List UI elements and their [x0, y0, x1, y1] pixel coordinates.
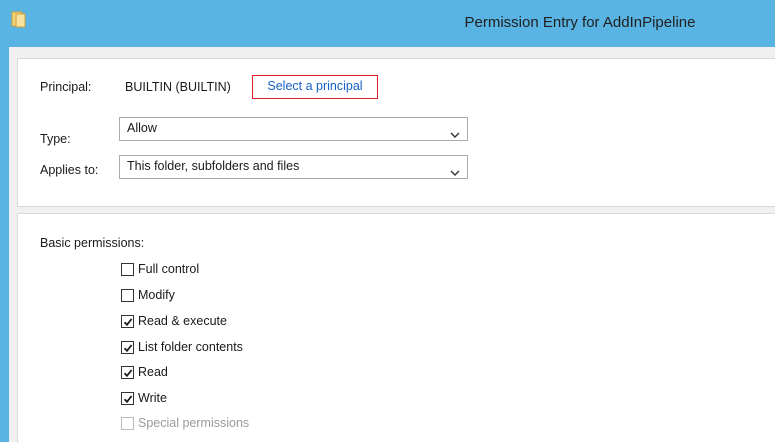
permission-label: Full control — [138, 262, 200, 276]
permission-label: Read & execute — [138, 314, 227, 328]
permission-label: Read — [138, 365, 168, 379]
basic-permissions-label: Basic permissions: — [40, 236, 145, 250]
checkmark-icon — [123, 318, 133, 327]
permission-label: Special permissions — [138, 416, 250, 430]
checkbox — [121, 417, 134, 430]
type-dropdown[interactable]: Allow — [119, 117, 468, 141]
principal-value: BUILTIN (BUILTIN) — [125, 80, 231, 94]
checkbox[interactable] — [121, 392, 134, 405]
checkmark-icon — [123, 344, 133, 353]
checkmark-icon — [123, 369, 133, 378]
checkbox[interactable] — [121, 315, 134, 328]
applies-to-dropdown-value: This folder, subfolders and files — [127, 159, 300, 173]
principal-label: Principal: — [40, 80, 92, 94]
permission-label: Modify — [138, 288, 175, 302]
checkbox[interactable] — [121, 341, 134, 354]
type-label: Type: — [40, 132, 71, 146]
type-dropdown-value: Allow — [127, 121, 157, 135]
checkmark-icon — [123, 395, 133, 404]
applies-to-dropdown[interactable]: This folder, subfolders and files — [119, 155, 468, 179]
checkbox[interactable] — [121, 289, 134, 302]
folder-icon — [11, 10, 27, 28]
chevron-down-icon — [450, 125, 460, 138]
applies-to-label: Applies to: — [40, 163, 99, 177]
checkbox[interactable] — [121, 263, 134, 276]
select-principal-link[interactable]: Select a principal — [252, 75, 378, 99]
window-title: Permission Entry for AddInPipeline — [464, 14, 696, 31]
permission-label: Write — [138, 391, 167, 405]
title-bar[interactable]: Permission Entry for AddInPipeline — [0, 0, 775, 47]
permission-label: List folder contents — [138, 340, 243, 354]
chevron-down-icon — [450, 163, 460, 176]
checkbox[interactable] — [121, 366, 134, 379]
